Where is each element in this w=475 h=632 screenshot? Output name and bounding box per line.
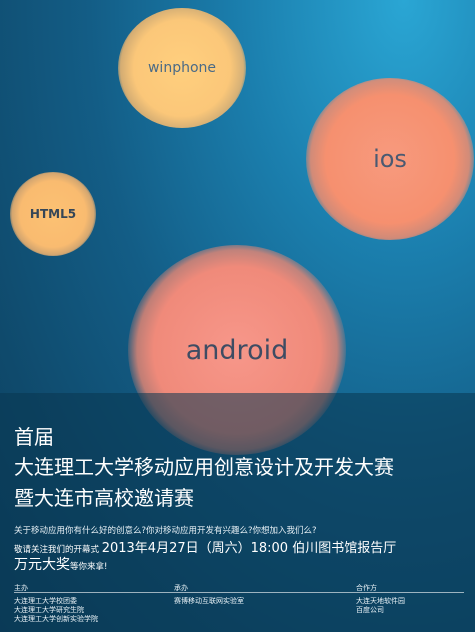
host-item: 大连理工大学创新实验学院 <box>14 615 98 623</box>
ios-label: ios <box>373 145 407 173</box>
ios-bubble: ios <box>306 78 474 240</box>
prize-line: 万元大奖等你来拿! <box>14 554 107 574</box>
undertake-item: 赛博移动互联网实验室 <box>174 597 244 605</box>
android-label: android <box>185 334 289 366</box>
winphone-label: winphone <box>147 60 217 76</box>
opening-datetime: 2013年4月27日（周六）18:00 伯川图书馆报告厅 <box>101 541 397 556</box>
html5-label: HTML5 <box>29 207 77 221</box>
poster: winphone ios HTML5 android 首届 大连理工大学移动应用… <box>0 0 475 632</box>
cooperate-item: 百度公司 <box>356 606 384 614</box>
winphone-bubble: winphone <box>118 8 246 128</box>
intro-text: 关于移动应用你有什么好的创意么?你对移动应用开发有兴趣么?你想加入我们么? <box>14 526 317 536</box>
prize-amount: 万元大奖 <box>14 557 70 573</box>
html5-bubble: HTML5 <box>10 172 96 256</box>
organizer-divider <box>14 592 464 593</box>
prize-suffix: 等你来拿! <box>70 562 108 572</box>
title-line-2: 大连理工大学移动应用创意设计及开发大赛 <box>14 455 394 479</box>
title-line-3: 暨大连市高校邀请赛 <box>14 486 194 510</box>
title-line-1: 首届 <box>14 425 54 449</box>
